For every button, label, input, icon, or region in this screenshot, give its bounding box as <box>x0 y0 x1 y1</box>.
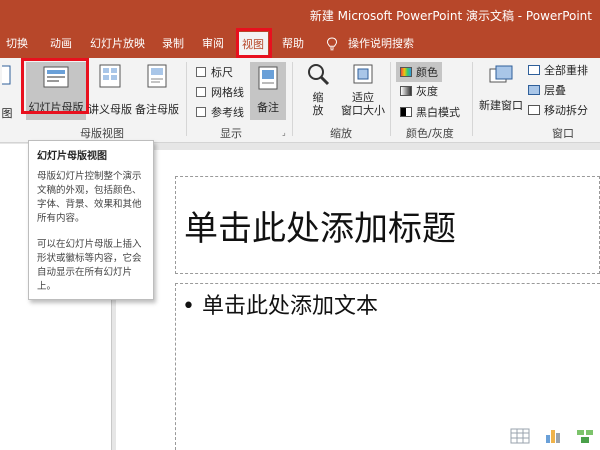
ribbon-tabs: 切换 动画 幻灯片放映 录制 审阅 视图 帮助 操作说明搜索 <box>0 30 600 58</box>
magnifier-icon <box>308 64 330 86</box>
move-split-icon <box>528 105 540 115</box>
move-split-button[interactable]: 移动拆分 <box>528 102 588 118</box>
dialog-launcher-icon[interactable]: ⌟ <box>282 128 286 137</box>
title-bar: 新建 Microsoft PowerPoint 演示文稿 - PowerPoin… <box>0 0 600 30</box>
view-tab-highlight <box>236 28 272 58</box>
notes-master-button[interactable]: 备注母版 <box>134 62 180 117</box>
tab-help[interactable]: 帮助 <box>282 30 304 58</box>
fit-window-icon <box>353 64 373 84</box>
arrange-all-icon <box>528 65 540 75</box>
fit-to-window-button[interactable]: 适应 窗口大小 <box>340 62 386 117</box>
window-title: 新建 Microsoft PowerPoint 演示文稿 - PowerPoin… <box>309 9 592 23</box>
grayscale-swatch-icon <box>400 86 412 96</box>
group-label-zoom: 缩放 <box>330 127 352 140</box>
notes-icon <box>258 66 278 90</box>
gridlines-checkbox[interactable]: 网格线 <box>196 84 244 100</box>
slide-master-highlight <box>21 58 89 114</box>
color-swatch-icon <box>400 67 412 77</box>
notes-master-icon <box>147 64 167 88</box>
tab-record[interactable]: 录制 <box>162 30 184 58</box>
tooltip-description-extra: 可以在幻灯片母版上插入形状或徽标等内容，它会自动显示在所有幻灯片上。 <box>37 239 142 292</box>
bw-swatch-icon <box>400 107 412 117</box>
body-placeholder-text: • 单击此处添加文本 <box>182 294 378 319</box>
handout-master-button[interactable]: 讲义母版 <box>88 62 132 117</box>
normal-view-icon <box>0 65 11 85</box>
lightbulb-icon <box>326 30 338 58</box>
grayscale-button[interactable]: 灰度 <box>400 83 438 99</box>
tooltip-description: 母版幻灯片控制整个演示文稿的外观，包括颜色、字体、背景、效果和其他所有内容。 <box>37 171 142 224</box>
tab-animations[interactable]: 动画 <box>50 30 72 58</box>
tab-slideshow[interactable]: 幻灯片放映 <box>90 30 145 58</box>
guides-checkbox[interactable]: 参考线 <box>196 104 244 120</box>
arrange-all-button[interactable]: 全部重排 <box>528 62 588 78</box>
group-divider <box>186 62 187 136</box>
checkbox-box <box>196 67 206 77</box>
tooltip-title: 幻灯片母版视图 <box>37 151 107 162</box>
title-placeholder-text: 单击此处添加标题 <box>184 209 456 249</box>
ruler-checkbox[interactable]: 标尺 <box>196 64 233 80</box>
group-divider <box>390 62 391 136</box>
zoom-button[interactable]: 缩 放 <box>300 62 336 117</box>
checkbox-box <box>196 87 206 97</box>
handout-master-icon <box>99 64 121 88</box>
chart-icon <box>546 430 560 443</box>
corner-icons <box>510 428 594 444</box>
group-divider <box>292 62 293 136</box>
checkbox-box <box>196 107 206 117</box>
notes-button[interactable]: 备注 <box>250 62 286 120</box>
tab-transitions[interactable]: 切换 <box>6 30 28 58</box>
color-button[interactable]: 颜色 <box>396 62 442 82</box>
tab-review[interactable]: 审阅 <box>202 30 224 58</box>
group-divider <box>472 62 473 136</box>
normal-view-button[interactable]: 图 <box>0 64 14 121</box>
title-placeholder[interactable]: 单击此处添加标题 <box>175 176 600 274</box>
tell-me-search[interactable]: 操作说明搜索 <box>348 30 414 58</box>
new-window-button[interactable]: 新建窗口 <box>476 62 526 113</box>
table-icon <box>510 428 530 444</box>
group-label-color: 颜色/灰度 <box>406 127 454 140</box>
cascade-button[interactable]: 层叠 <box>528 82 566 98</box>
smartart-icon <box>577 430 593 443</box>
slide-master-tooltip: 幻灯片母版视图 母版幻灯片控制整个演示文稿的外观，包括颜色、字体、背景、效果和其… <box>28 140 154 300</box>
group-label-show: 显示 <box>220 127 242 140</box>
cascade-icon <box>528 85 540 95</box>
body-placeholder[interactable]: • 单击此处添加文本 <box>175 283 600 450</box>
group-label-window: 窗口 <box>552 127 574 140</box>
group-label-master-views: 母版视图 <box>80 127 124 140</box>
new-window-icon <box>489 65 513 83</box>
ribbon: 图 幻灯片母版 讲义母版 备注母版 母版视图 标尺 网格线 参考线 备注 显示 … <box>0 58 600 143</box>
black-white-button[interactable]: 黑白模式 <box>400 104 460 120</box>
